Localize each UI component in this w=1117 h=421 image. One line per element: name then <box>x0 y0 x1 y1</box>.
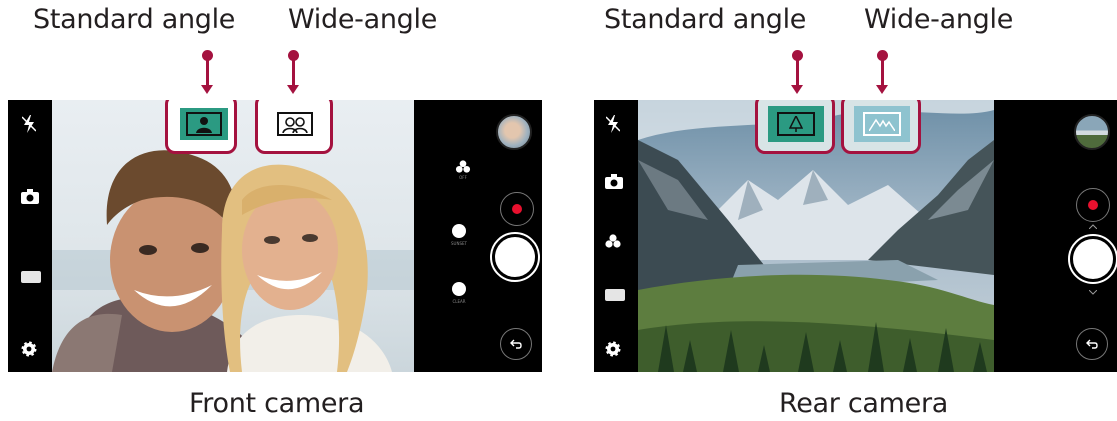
record-icon <box>512 204 522 214</box>
shutter-icon <box>495 237 535 277</box>
back-icon <box>510 339 522 349</box>
front-wide-angle-button[interactable] <box>269 106 321 142</box>
record-icon-rear <box>1088 200 1098 210</box>
front-standard-angle-button-frame <box>165 100 237 154</box>
group-icon <box>277 112 313 136</box>
back-icon-rear <box>1086 339 1098 349</box>
front-camera-caption: Front camera <box>189 388 365 419</box>
tree-icon <box>777 112 815 136</box>
back-button-rear[interactable] <box>1076 328 1108 360</box>
flash-off-icon[interactable] <box>20 114 38 134</box>
standard-angle-label-front: Standard angle <box>33 4 236 35</box>
switch-camera-icon-rear[interactable] <box>604 172 624 190</box>
wide-pointer-front <box>287 50 299 94</box>
filter-sunset[interactable]: SUNSET <box>448 220 470 250</box>
portrait-icon <box>186 112 222 136</box>
record-button[interactable] <box>500 192 534 226</box>
mountains-icon <box>863 112 901 136</box>
filter-name-clear: CLEAR <box>452 299 466 304</box>
wide-angle-label-front: Wide-angle <box>288 4 438 35</box>
gallery-strip-icon[interactable] <box>20 270 42 284</box>
rear-standard-angle-button-frame <box>755 100 835 154</box>
standard-pointer-rear <box>791 50 803 94</box>
record-button-rear[interactable] <box>1076 188 1110 222</box>
back-button[interactable] <box>500 328 532 360</box>
filter-name-sunset: SUNSET <box>451 241 467 246</box>
wide-pointer-rear <box>876 50 888 94</box>
filter-name-off: OFF <box>459 175 467 180</box>
flash-off-icon-rear[interactable] <box>604 114 622 134</box>
rear-standard-angle-button[interactable] <box>768 106 824 142</box>
zoom-chevron-up-icon <box>1088 222 1098 230</box>
wide-angle-label-rear: Wide-angle <box>864 4 1014 35</box>
rear-camera-screen <box>594 100 1117 372</box>
shutter-icon-rear <box>1073 239 1113 279</box>
filter-icon-rear[interactable] <box>604 232 622 250</box>
front-standard-angle-button[interactable] <box>178 106 230 142</box>
settings-icon[interactable] <box>20 340 38 358</box>
rear-wide-angle-button-frame <box>841 100 921 154</box>
shutter-button[interactable] <box>490 232 540 282</box>
settings-icon-rear[interactable] <box>604 340 622 358</box>
zoom-chevron-down-icon <box>1088 288 1098 296</box>
shutter-button-rear[interactable] <box>1068 234 1117 284</box>
filter-icon[interactable]: OFF <box>454 160 472 180</box>
front-camera-screen: OFF SUNSET CLEAR <box>8 100 542 372</box>
switch-camera-icon[interactable] <box>20 187 40 205</box>
gallery-strip-icon-rear[interactable] <box>604 288 626 302</box>
standard-pointer-front <box>201 50 213 94</box>
gallery-thumbnail-rear[interactable] <box>1074 114 1110 150</box>
standard-angle-label-rear: Standard angle <box>604 4 807 35</box>
filter-clear[interactable]: CLEAR <box>448 278 470 308</box>
front-wide-angle-button-frame <box>255 100 333 154</box>
gallery-thumbnail-front[interactable] <box>496 114 532 150</box>
rear-wide-angle-button[interactable] <box>854 106 910 142</box>
rear-camera-caption: Rear camera <box>779 388 949 419</box>
